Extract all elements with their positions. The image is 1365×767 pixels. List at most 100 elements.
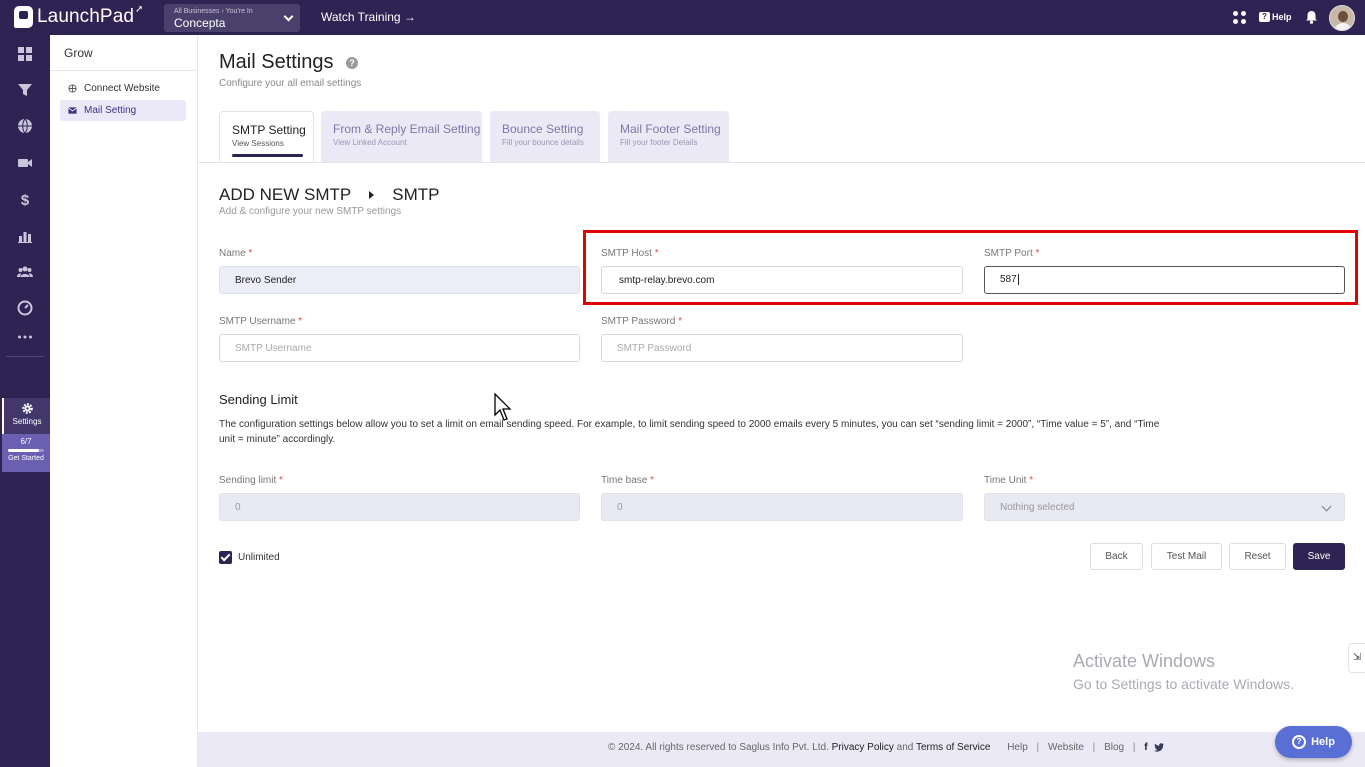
- dashboard-icon[interactable]: [17, 46, 33, 62]
- smtp-password-input[interactable]: SMTP Password: [601, 334, 963, 362]
- tab-from-reply-email[interactable]: From & Reply Email Setting View Linked A…: [321, 111, 482, 162]
- bell-icon[interactable]: [1305, 10, 1318, 24]
- tab-subtitle: Fill your bounce details: [502, 138, 584, 147]
- section-subtitle: Add & configure your new SMTP settings: [219, 206, 402, 217]
- test-mail-button[interactable]: Test Mail: [1151, 543, 1222, 570]
- tab-smtp-setting[interactable]: SMTP Setting View Sessions: [219, 111, 314, 162]
- watermark-line1: Activate Windows: [1073, 651, 1216, 671]
- time-unit-label: Time Unit *: [984, 475, 1033, 486]
- smtp-username-placeholder: SMTP Username: [235, 342, 312, 354]
- twitter-icon[interactable]: [1154, 743, 1165, 752]
- footer-help-link[interactable]: Help: [1007, 742, 1028, 753]
- required-mark: *: [650, 475, 655, 486]
- business-selector[interactable]: All Businesses › You're In Concepta: [164, 4, 300, 32]
- subnav-item-connect-website[interactable]: Connect Website: [60, 78, 186, 99]
- subnav-item-label: Connect Website: [84, 83, 160, 94]
- save-button[interactable]: Save: [1293, 543, 1345, 570]
- users-icon[interactable]: [17, 264, 33, 280]
- tab-title: From & Reply Email Setting: [333, 122, 481, 136]
- smtp-password-label-text: SMTP Password: [601, 316, 676, 327]
- chevron-down-icon: [1321, 501, 1332, 512]
- speedometer-icon[interactable]: [17, 300, 33, 316]
- svg-text:$: $: [21, 192, 30, 207]
- watch-training-link[interactable]: Watch Training →: [321, 10, 416, 24]
- footer-website-link[interactable]: Website: [1048, 742, 1084, 753]
- tab-bounce-setting[interactable]: Bounce Setting Fill your bounce details: [490, 111, 600, 162]
- get-started-label: Get Started: [8, 455, 44, 462]
- reset-button[interactable]: Reset: [1229, 543, 1286, 570]
- highlight-box: [583, 230, 1358, 305]
- app-logo[interactable]: LaunchPad ➚: [14, 3, 144, 28]
- smtp-username-input[interactable]: SMTP Username: [219, 334, 580, 362]
- dollar-icon[interactable]: $: [17, 191, 33, 207]
- tab-subtitle: View Linked Account: [333, 138, 407, 147]
- mail-icon: [68, 107, 77, 114]
- footer-separator: |: [1132, 742, 1136, 753]
- copyright-text: © 2024. All rights reserved to Saglus In…: [608, 742, 829, 753]
- time-unit-select[interactable]: Nothing selected: [984, 493, 1345, 521]
- rail-divider: [6, 356, 44, 357]
- smtp-username-label: SMTP Username *: [219, 316, 302, 327]
- help-menu[interactable]: ? Help: [1259, 12, 1292, 22]
- back-button[interactable]: Back: [1090, 543, 1143, 570]
- launchpad-logo-icon: [14, 6, 33, 28]
- required-mark: *: [298, 316, 303, 327]
- help-icon: ?: [1259, 12, 1270, 22]
- time-unit-label-text: Time Unit: [984, 475, 1027, 486]
- question-icon[interactable]: ?: [346, 57, 358, 69]
- tab-mail-footer-setting[interactable]: Mail Footer Setting Fill your footer Det…: [608, 111, 729, 162]
- tab-title: Bounce Setting: [502, 122, 584, 136]
- help-fab-label: Help: [1311, 736, 1335, 748]
- time-unit-value: Nothing selected: [1000, 501, 1075, 513]
- page-subtitle: Configure your all email settings: [219, 78, 362, 89]
- unlimited-checkbox[interactable]: [219, 551, 232, 564]
- progress-text: 6/7: [20, 437, 32, 446]
- required-mark: *: [1029, 475, 1034, 486]
- unlimited-label[interactable]: Unlimited: [238, 552, 280, 563]
- get-started-progress[interactable]: 6/7 Get Started: [2, 434, 50, 472]
- name-value: Brevo Sender: [235, 274, 297, 286]
- globe-icon[interactable]: [17, 118, 33, 134]
- more-icon[interactable]: [17, 329, 33, 345]
- sending-limit-input[interactable]: 0: [219, 493, 580, 521]
- funnel-icon[interactable]: [17, 82, 33, 98]
- smtp-password-label: SMTP Password *: [601, 316, 682, 327]
- avatar[interactable]: [1329, 5, 1355, 31]
- name-label-text: Name: [219, 248, 246, 259]
- footer-blog-link[interactable]: Blog: [1104, 742, 1124, 753]
- privacy-policy-link[interactable]: Privacy Policy: [832, 742, 894, 753]
- footer: © 2024. All rights reserved to Saglus In…: [198, 732, 1365, 767]
- time-base-input[interactable]: 0: [601, 493, 963, 521]
- progress-fill: [8, 449, 39, 452]
- web-icon: [68, 84, 77, 93]
- chart-icon[interactable]: [17, 228, 33, 244]
- subnav-item-mail-setting[interactable]: Mail Setting: [60, 100, 186, 121]
- business-name: Concepta: [174, 16, 226, 30]
- name-label: Name *: [219, 248, 252, 259]
- help-floating-button[interactable]: ? Help: [1275, 726, 1352, 758]
- video-icon[interactable]: [17, 155, 33, 171]
- subnav-divider: [50, 70, 197, 71]
- facebook-icon[interactable]: f: [1144, 742, 1147, 753]
- tab-subtitle: View Sessions: [232, 139, 284, 148]
- sending-limit-label: Sending limit *: [219, 475, 283, 486]
- help-circle-icon: ?: [1292, 735, 1307, 749]
- smtp-password-placeholder: SMTP Password: [617, 342, 692, 354]
- app-name: LaunchPad: [37, 6, 135, 27]
- business-caption: All Businesses › You're In: [174, 8, 253, 15]
- time-base-label-text: Time base: [601, 475, 648, 486]
- apps-grid-icon[interactable]: [1233, 11, 1247, 25]
- required-mark: *: [678, 316, 682, 327]
- name-input[interactable]: Brevo Sender: [219, 266, 580, 294]
- progress-bar: [8, 449, 44, 452]
- terms-of-service-link[interactable]: Terms of Service: [916, 742, 990, 753]
- required-mark: *: [279, 475, 283, 486]
- rocket-icon: ➚: [135, 3, 144, 15]
- help-label: Help: [1272, 12, 1292, 22]
- settings-nav-item[interactable]: Settings: [2, 398, 50, 434]
- active-tab-indicator: [232, 154, 303, 157]
- secondary-nav: Grow Connect Website Mail Setting: [50, 35, 198, 767]
- time-base-value: 0: [617, 501, 623, 513]
- tab-subtitle: Fill your footer Details: [620, 138, 698, 147]
- side-expand-tab[interactable]: ⇲: [1348, 643, 1365, 673]
